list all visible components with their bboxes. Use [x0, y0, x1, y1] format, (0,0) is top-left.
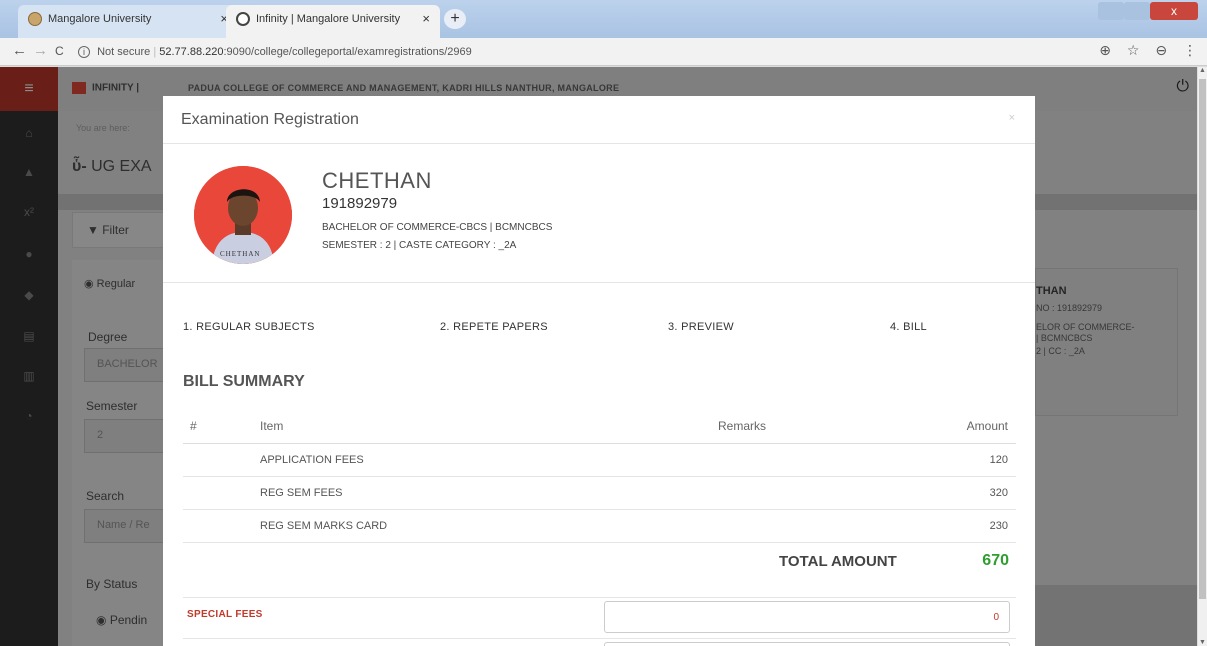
window-maximize-button[interactable]	[1124, 2, 1150, 20]
row-item: REG SEM MARKS CARD	[260, 520, 388, 532]
total-amount-label: TOTAL AMOUNT	[779, 553, 897, 570]
browser-tabstrip: Mangalore University × Infinity | Mangal…	[0, 0, 1207, 38]
window-close-button[interactable]: x	[1150, 2, 1198, 20]
column-header-amount: Amount	[966, 419, 1008, 433]
table-header-row: # Item Remarks Amount	[183, 409, 1016, 444]
close-icon[interactable]: ×	[1009, 112, 1015, 124]
row-item: REG SEM FEES	[260, 487, 343, 499]
student-name: CHETHAN	[322, 168, 432, 193]
window-minimize-button[interactable]	[1098, 2, 1124, 20]
tab-label: Mangalore University	[48, 13, 152, 25]
tab-close-icon[interactable]: ×	[422, 5, 430, 33]
step-regular-subjects[interactable]: 1. REGULAR SUBJECTS	[183, 321, 315, 333]
student-semester-category: SEMESTER : 2 | CASTE CATEGORY : _2A	[322, 240, 517, 251]
divider	[183, 597, 1016, 598]
zoom-icon[interactable]: ⊕	[1099, 42, 1111, 58]
url-host: 52.77.88.220	[159, 46, 224, 58]
bill-summary-heading: BILL SUMMARY	[183, 373, 305, 390]
browser-tab-mangalore-university[interactable]: Mangalore University ×	[18, 5, 238, 38]
browser-menu-icon[interactable]: ⋮	[1183, 42, 1197, 58]
info-icon[interactable]: i	[78, 46, 90, 58]
next-input-field[interactable]	[604, 642, 1010, 646]
url-field[interactable]: i Not secure | 52.77.88.220:9090/college…	[74, 41, 1104, 63]
url-path: :9090/college/collegeportal/examregistra…	[223, 46, 472, 58]
column-header-remarks: Remarks	[718, 419, 767, 433]
exam-registration-modal: Examination Registration × CHETHAN CHETH…	[163, 96, 1035, 646]
browser-right-icons: ⊕ ☆ ⊖ ⋮	[1087, 42, 1197, 59]
photo-caption: CHETHAN	[220, 250, 261, 258]
column-header-number: #	[190, 419, 197, 433]
student-photo-avatar: CHETHAN	[194, 166, 292, 264]
special-fees-label: SPECIAL FEES	[187, 609, 263, 620]
step-repete-papers[interactable]: 2. REPETE PAPERS	[440, 321, 548, 333]
step-preview[interactable]: 3. PREVIEW	[668, 321, 734, 333]
row-amount: 120	[989, 454, 1008, 466]
total-amount-value: 670	[982, 552, 1009, 569]
browser-tab-infinity[interactable]: Infinity | Mangalore University ×	[226, 5, 440, 38]
tab-label: Infinity | Mangalore University	[256, 13, 401, 25]
forward-arrow-icon[interactable]: →	[33, 42, 48, 59]
profile-icon[interactable]: ⊖	[1155, 42, 1167, 58]
bill-table: # Item Remarks Amount APPLICATION FEES 1…	[183, 409, 1016, 543]
bookmark-star-icon[interactable]: ☆	[1127, 42, 1140, 58]
reload-icon[interactable]: C	[55, 44, 64, 58]
university-favicon-icon	[28, 12, 42, 26]
scroll-down-arrow-icon[interactable]: ▼	[1199, 639, 1206, 646]
student-course: BACHELOR OF COMMERCE-CBCS | BCMNCBCS	[322, 222, 553, 233]
divider	[163, 282, 1035, 283]
globe-favicon-icon	[236, 12, 250, 26]
new-tab-button[interactable]: +	[444, 9, 466, 29]
row-amount: 230	[989, 520, 1008, 532]
modal-header: Examination Registration ×	[163, 96, 1035, 144]
page-scrollbar[interactable]: ▲ ▼	[1197, 67, 1207, 646]
back-arrow-icon[interactable]: ←	[12, 42, 27, 59]
browser-address-bar: ← → C i Not secure | 52.77.88.220:9090/c…	[0, 38, 1207, 66]
scrollbar-thumb[interactable]	[1199, 79, 1206, 599]
column-header-item: Item	[260, 419, 284, 433]
row-item: APPLICATION FEES	[260, 454, 364, 466]
url-security-label: Not secure	[97, 46, 151, 58]
table-row: REG SEM MARKS CARD 230	[183, 510, 1016, 543]
modal-title: Examination Registration	[181, 111, 359, 128]
table-row: APPLICATION FEES 120	[183, 444, 1016, 477]
student-id: 191892979	[322, 195, 398, 212]
scroll-up-arrow-icon[interactable]: ▲	[1199, 67, 1206, 74]
special-fees-input[interactable]	[604, 601, 1010, 633]
step-bill[interactable]: 4. BILL	[890, 321, 927, 333]
divider	[183, 638, 1016, 639]
table-row: REG SEM FEES 320	[183, 477, 1016, 510]
row-amount: 320	[989, 487, 1008, 499]
